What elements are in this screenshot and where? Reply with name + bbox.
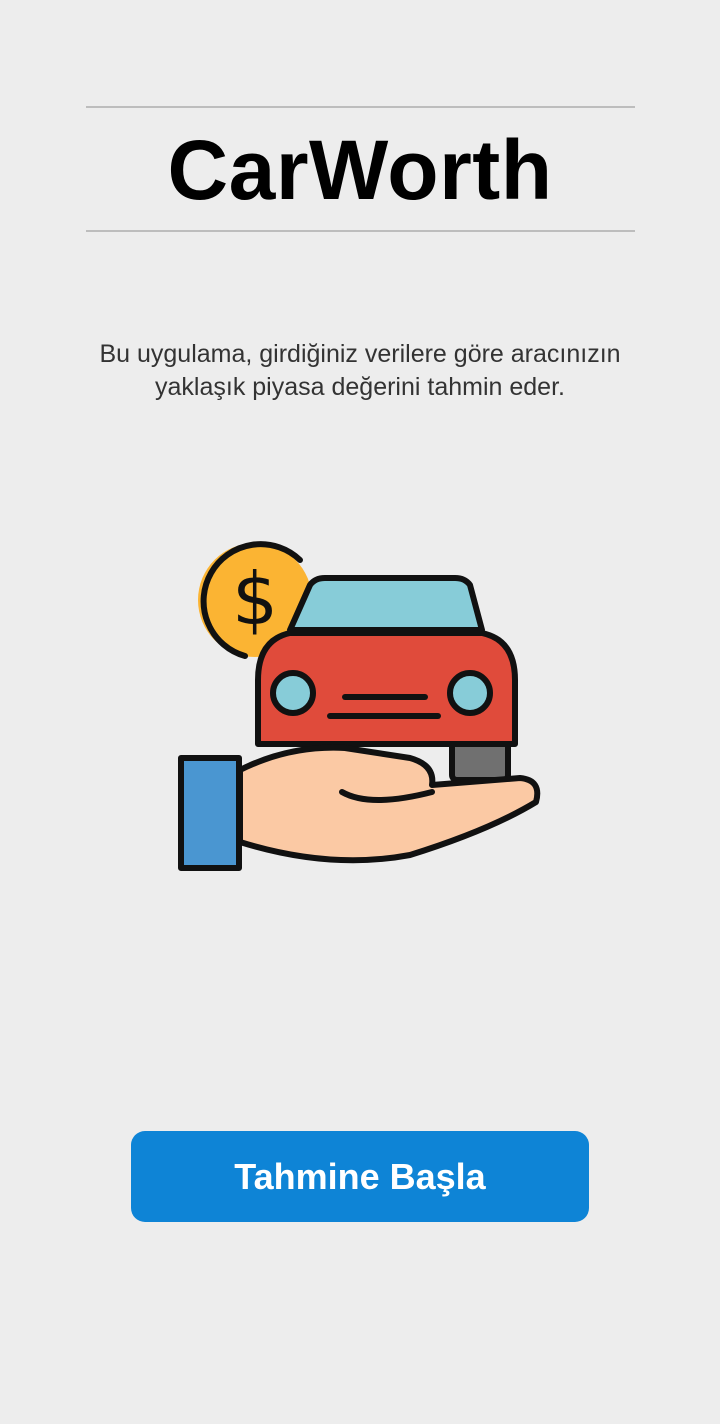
title-divider-top [86, 106, 635, 108]
app-title: CarWorth [167, 123, 553, 217]
app-description: Bu uygulama, girdiğiniz verilere göre ar… [99, 340, 621, 401]
start-estimation-button[interactable]: Tahmine Başla [131, 1131, 589, 1222]
svg-text:$: $ [232, 557, 278, 641]
title-divider-bottom [86, 230, 635, 232]
car-valuation-illustration: $ [178, 541, 541, 871]
